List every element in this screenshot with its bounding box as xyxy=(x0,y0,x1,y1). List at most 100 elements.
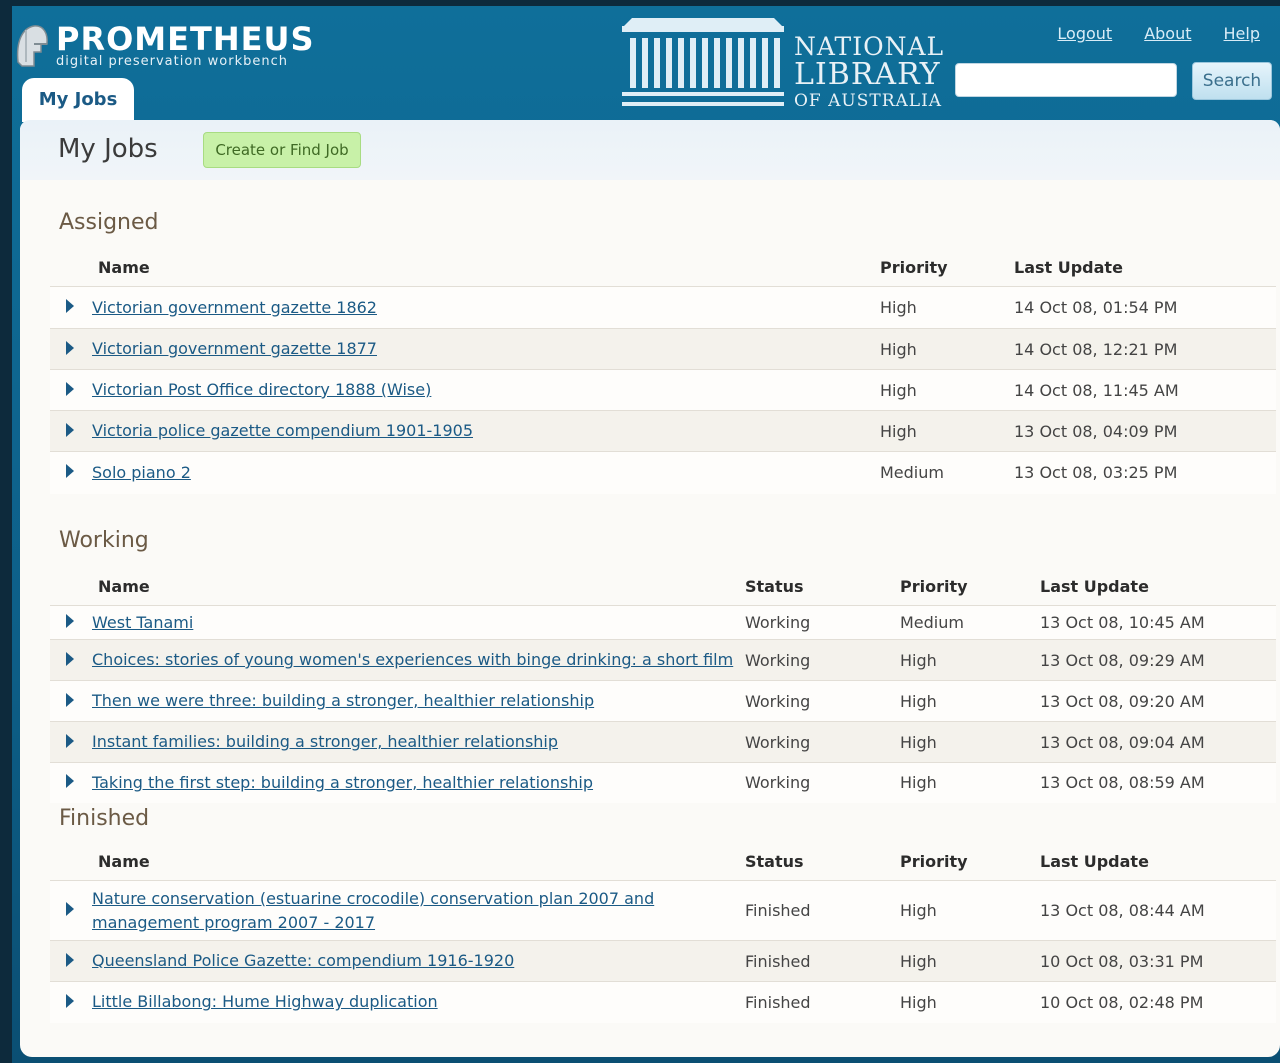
about-link[interactable]: About xyxy=(1144,24,1191,43)
library-name: NATIONAL LIBRARY OF AUSTRALIA xyxy=(794,34,944,110)
tab-my-jobs[interactable]: My Jobs xyxy=(22,78,134,122)
job-name-link[interactable]: West Tanami xyxy=(92,613,193,632)
table-row[interactable]: Victorian government gazette 1862 High 14 … xyxy=(50,286,1276,329)
section-title-finished: Finished xyxy=(59,806,150,831)
job-status: Working xyxy=(745,613,811,632)
column-header-status[interactable]: Status xyxy=(735,842,900,881)
job-name-link[interactable]: Instant families: building a stronger, h… xyxy=(92,732,558,751)
job-priority: High xyxy=(900,901,937,920)
table-row[interactable]: Victoria police gazette compendium 1901-… xyxy=(50,410,1276,452)
job-status: Working xyxy=(745,773,811,793)
job-name-link[interactable]: Queensland Police Gazette: compendium 19… xyxy=(92,951,514,970)
job-last-update: 13 Oct 08, 08:44 AM xyxy=(1040,901,1205,920)
job-name-link[interactable]: Then we were three: building a stronger,… xyxy=(92,691,594,710)
expand-arrow-icon[interactable] xyxy=(66,952,74,967)
section-title-working: Working xyxy=(59,528,149,553)
job-name-link[interactable]: Taking the first step: building a strong… xyxy=(92,773,593,792)
search-input[interactable] xyxy=(955,63,1177,97)
working-table: Name Status Priority Last Update West Ta… xyxy=(50,567,1276,803)
column-header-priority[interactable]: Priority xyxy=(900,842,1036,881)
job-last-update: 13 Oct 08, 03:25 PM xyxy=(1014,463,1178,483)
expand-arrow-icon[interactable] xyxy=(66,614,74,628)
column-header-status[interactable]: Status xyxy=(735,567,900,606)
app-subtitle: digital preservation workbench xyxy=(56,54,288,69)
table-row[interactable]: Nature conservation (estuarine crocodile… xyxy=(50,880,1276,941)
column-header-priority[interactable]: Priority xyxy=(880,248,1010,287)
app-window: PROMETHEUS digital preservation workbenc… xyxy=(12,6,1280,1063)
table-row[interactable]: Victorian Post Office directory 1888 (Wi… xyxy=(50,369,1276,411)
table-row[interactable]: Queensland Police Gazette: compendium 19… xyxy=(50,940,1276,982)
table-row[interactable]: West Tanami Working Medium 13 Oct 08, 10:45… xyxy=(50,605,1276,640)
library-line-2: LIBRARY xyxy=(794,57,941,92)
expand-arrow-icon[interactable] xyxy=(66,340,74,355)
page-title: My Jobs xyxy=(58,134,158,164)
job-priority: Medium xyxy=(880,463,944,483)
expand-arrow-icon[interactable] xyxy=(66,651,74,666)
column-header-last-update[interactable]: Last Update xyxy=(1036,842,1276,881)
logout-link[interactable]: Logout xyxy=(1057,24,1112,43)
expand-arrow-icon[interactable] xyxy=(66,902,74,916)
library-building-icon xyxy=(622,18,784,106)
job-last-update: 13 Oct 08, 10:45 AM xyxy=(1040,613,1205,632)
help-link[interactable]: Help xyxy=(1224,24,1260,43)
job-name-link[interactable]: Victoria police gazette compendium 1901-… xyxy=(92,421,473,440)
create-or-find-job-button[interactable]: Create or Find Job xyxy=(203,132,361,168)
table-header-row: Name Status Priority Last Update xyxy=(50,842,1276,881)
column-header-name[interactable]: Name xyxy=(90,567,735,606)
job-last-update: 10 Oct 08, 03:31 PM xyxy=(1040,951,1204,971)
job-status: Working xyxy=(745,650,811,670)
top-nav: Logout About Help xyxy=(1057,24,1260,43)
job-priority: High xyxy=(900,732,937,752)
job-priority: High xyxy=(900,773,937,793)
job-last-update: 14 Oct 08, 11:45 AM xyxy=(1014,380,1179,400)
library-line-3: OF AUSTRALIA xyxy=(794,91,943,111)
table-row[interactable]: Taking the first step: building a strong… xyxy=(50,762,1276,803)
expand-arrow-icon[interactable] xyxy=(66,993,74,1008)
job-status: Working xyxy=(745,691,811,711)
job-name-link[interactable]: Solo piano 2 xyxy=(92,463,191,482)
job-priority: High xyxy=(900,650,937,670)
expand-arrow-icon[interactable] xyxy=(66,692,74,707)
job-last-update: 13 Oct 08, 09:20 AM xyxy=(1040,691,1205,711)
table-header-row: Name Status Priority Last Update xyxy=(50,567,1276,606)
helmet-icon xyxy=(16,25,48,67)
job-priority: High xyxy=(880,421,917,441)
expand-arrow-icon[interactable] xyxy=(66,464,74,479)
job-name-link[interactable]: Victorian Post Office directory 1888 (Wi… xyxy=(92,380,431,399)
job-last-update: 13 Oct 08, 09:04 AM xyxy=(1040,732,1205,752)
job-last-update: 10 Oct 08, 02:48 PM xyxy=(1040,992,1204,1012)
job-priority: High xyxy=(900,691,937,711)
job-name-link[interactable]: Nature conservation (estuarine crocodile… xyxy=(92,889,654,932)
column-header-last-update[interactable]: Last Update xyxy=(1010,248,1276,287)
job-status: Finished xyxy=(745,951,811,971)
table-row[interactable]: Then we were three: building a stronger,… xyxy=(50,680,1276,722)
expand-arrow-icon[interactable] xyxy=(66,299,74,313)
job-status: Working xyxy=(745,732,811,752)
job-name-link[interactable]: Victorian government gazette 1862 xyxy=(92,298,377,317)
column-header-last-update[interactable]: Last Update xyxy=(1036,567,1276,606)
job-priority: High xyxy=(880,380,917,400)
job-last-update: 13 Oct 08, 04:09 PM xyxy=(1014,421,1178,441)
finished-table: Name Status Priority Last Update Nature … xyxy=(50,842,1276,1023)
table-row[interactable]: Choices: stories of young women's experi… xyxy=(50,639,1276,681)
expand-arrow-icon[interactable] xyxy=(66,381,74,396)
expand-arrow-icon[interactable] xyxy=(66,733,74,748)
column-header-priority[interactable]: Priority xyxy=(900,567,1036,606)
table-row[interactable]: Instant families: building a stronger, h… xyxy=(50,721,1276,763)
table-row[interactable]: Little Billabong: Hume Highway duplicati… xyxy=(50,981,1276,1023)
table-header-row: Name Priority Last Update xyxy=(50,248,1276,287)
column-header-name[interactable]: Name xyxy=(90,248,880,287)
job-name-link[interactable]: Little Billabong: Hume Highway duplicati… xyxy=(92,992,438,1011)
expand-arrow-icon[interactable] xyxy=(66,774,74,789)
section-title-assigned: Assigned xyxy=(59,210,159,235)
expand-arrow-icon[interactable] xyxy=(66,422,74,437)
job-name-link[interactable]: Choices: stories of young women's experi… xyxy=(92,650,733,669)
search-button[interactable]: Search xyxy=(1192,62,1272,100)
job-priority: High xyxy=(880,339,917,359)
column-header-name[interactable]: Name xyxy=(90,842,735,881)
job-name-link[interactable]: Victorian government gazette 1877 xyxy=(92,339,377,358)
prometheus-logo[interactable]: PROMETHEUS digital preservation workbenc… xyxy=(12,12,332,72)
table-row[interactable]: Victorian government gazette 1877 High 14 … xyxy=(50,328,1276,370)
table-row[interactable]: Solo piano 2 Medium 13 Oct 08, 03:25 PM xyxy=(50,451,1276,494)
job-last-update: 14 Oct 08, 12:21 PM xyxy=(1014,339,1178,359)
